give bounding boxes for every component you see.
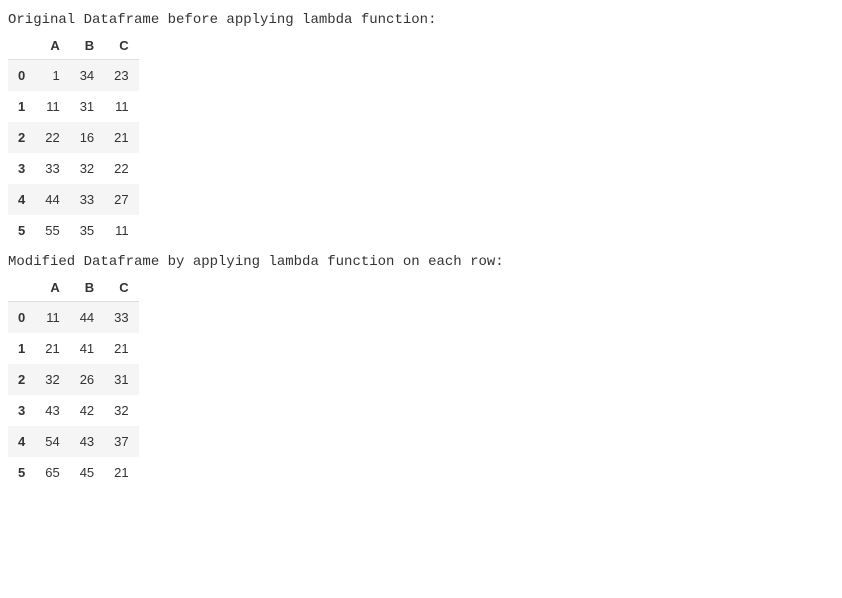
cell: 11: [104, 91, 138, 122]
table-row: 0 11 44 33: [8, 302, 139, 334]
cell: 11: [35, 302, 69, 334]
cell: 22: [35, 122, 69, 153]
index-header: [8, 274, 35, 302]
cell: 33: [104, 302, 138, 334]
dataframe-modified: A B C 0 11 44 33 1 21 41 21 2 32 26 31 3…: [8, 274, 139, 488]
table-row: 2 32 26 31: [8, 364, 139, 395]
table-row: 4 44 33 27: [8, 184, 139, 215]
table-row: 1 11 31 11: [8, 91, 139, 122]
cell: 37: [104, 426, 138, 457]
table-row: 0 1 34 23: [8, 60, 139, 92]
row-index: 0: [8, 60, 35, 92]
cell: 44: [70, 302, 104, 334]
row-index: 3: [8, 395, 35, 426]
dataframe-original: A B C 0 1 34 23 1 11 31 11 2 22 16 21 3 …: [8, 32, 139, 246]
table-row: 5 65 45 21: [8, 457, 139, 488]
table-row: 4 54 43 37: [8, 426, 139, 457]
output-heading-modified: Modified Dataframe by applying lambda fu…: [8, 254, 834, 270]
row-index: 3: [8, 153, 35, 184]
cell: 41: [70, 333, 104, 364]
row-index: 4: [8, 426, 35, 457]
cell: 42: [70, 395, 104, 426]
table-row: 2 22 16 21: [8, 122, 139, 153]
cell: 32: [35, 364, 69, 395]
cell: 32: [70, 153, 104, 184]
cell: 21: [104, 457, 138, 488]
cell: 33: [35, 153, 69, 184]
cell: 16: [70, 122, 104, 153]
cell: 21: [104, 122, 138, 153]
cell: 23: [104, 60, 138, 92]
row-index: 1: [8, 333, 35, 364]
cell: 27: [104, 184, 138, 215]
cell: 55: [35, 215, 69, 246]
cell: 65: [35, 457, 69, 488]
cell: 45: [70, 457, 104, 488]
cell: 22: [104, 153, 138, 184]
row-index: 5: [8, 215, 35, 246]
row-index: 0: [8, 302, 35, 334]
row-index: 1: [8, 91, 35, 122]
index-header: [8, 32, 35, 60]
cell: 35: [70, 215, 104, 246]
row-index: 5: [8, 457, 35, 488]
output-heading-original: Original Dataframe before applying lambd…: [8, 12, 834, 28]
cell: 26: [70, 364, 104, 395]
cell: 21: [35, 333, 69, 364]
row-index: 4: [8, 184, 35, 215]
table-header-row: A B C: [8, 274, 139, 302]
cell: 54: [35, 426, 69, 457]
cell: 44: [35, 184, 69, 215]
col-header: C: [104, 274, 138, 302]
cell: 31: [104, 364, 138, 395]
cell: 1: [35, 60, 69, 92]
cell: 32: [104, 395, 138, 426]
row-index: 2: [8, 364, 35, 395]
col-header: C: [104, 32, 138, 60]
cell: 43: [70, 426, 104, 457]
cell: 33: [70, 184, 104, 215]
cell: 21: [104, 333, 138, 364]
table-row: 5 55 35 11: [8, 215, 139, 246]
cell: 11: [35, 91, 69, 122]
cell: 11: [104, 215, 138, 246]
col-header: A: [35, 274, 69, 302]
table-header-row: A B C: [8, 32, 139, 60]
col-header: B: [70, 274, 104, 302]
cell: 43: [35, 395, 69, 426]
col-header: B: [70, 32, 104, 60]
row-index: 2: [8, 122, 35, 153]
cell: 31: [70, 91, 104, 122]
cell: 34: [70, 60, 104, 92]
table-row: 3 43 42 32: [8, 395, 139, 426]
table-row: 3 33 32 22: [8, 153, 139, 184]
table-row: 1 21 41 21: [8, 333, 139, 364]
col-header: A: [35, 32, 69, 60]
